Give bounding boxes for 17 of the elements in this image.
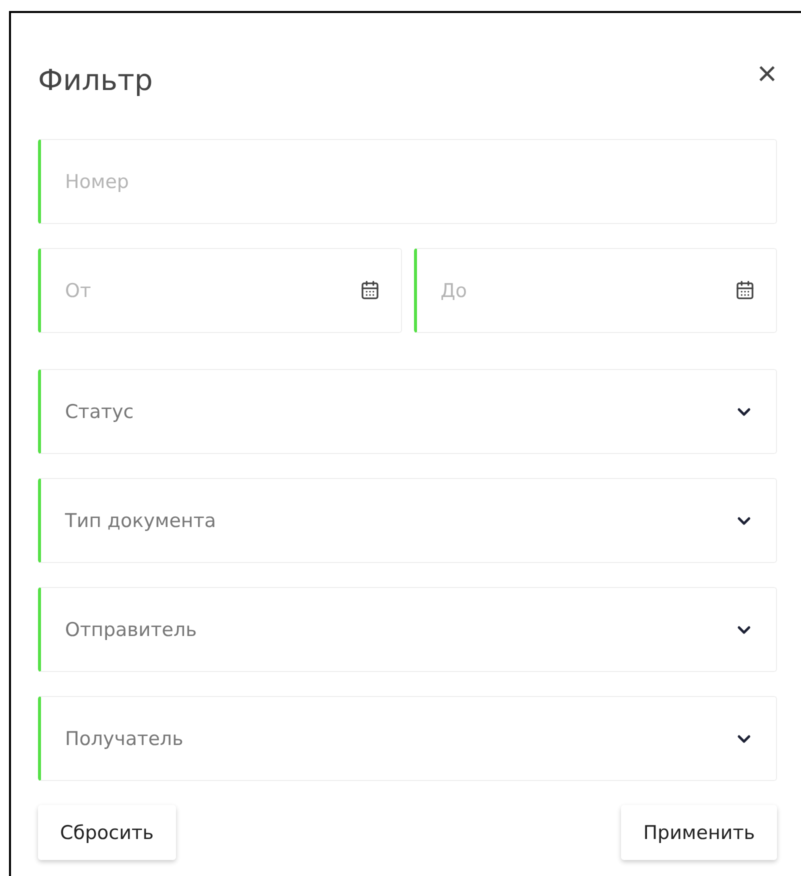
date-field[interactable]: От [38, 248, 402, 333]
select-placeholder: Получатель [65, 728, 184, 750]
apply-button[interactable]: Применить [621, 805, 777, 860]
date-field[interactable]: До [414, 248, 777, 333]
dialog-title: Фильтр [38, 62, 153, 99]
select-placeholder: Статус [65, 400, 135, 422]
select-field[interactable]: Получатель [38, 696, 777, 781]
close-button[interactable]: × [757, 57, 777, 91]
select-placeholder: Отправитель [65, 618, 198, 640]
select-field[interactable]: Отправитель [38, 587, 777, 672]
select-placeholder: Тип документа [65, 510, 218, 532]
number-field[interactable]: Номер [38, 139, 777, 224]
select-field[interactable]: Статус [38, 369, 777, 454]
calendar-icon [735, 280, 755, 300]
calendar-icon [360, 280, 380, 300]
reset-button[interactable]: Сбросить [38, 805, 176, 860]
select-field[interactable]: Тип документа [38, 478, 777, 563]
